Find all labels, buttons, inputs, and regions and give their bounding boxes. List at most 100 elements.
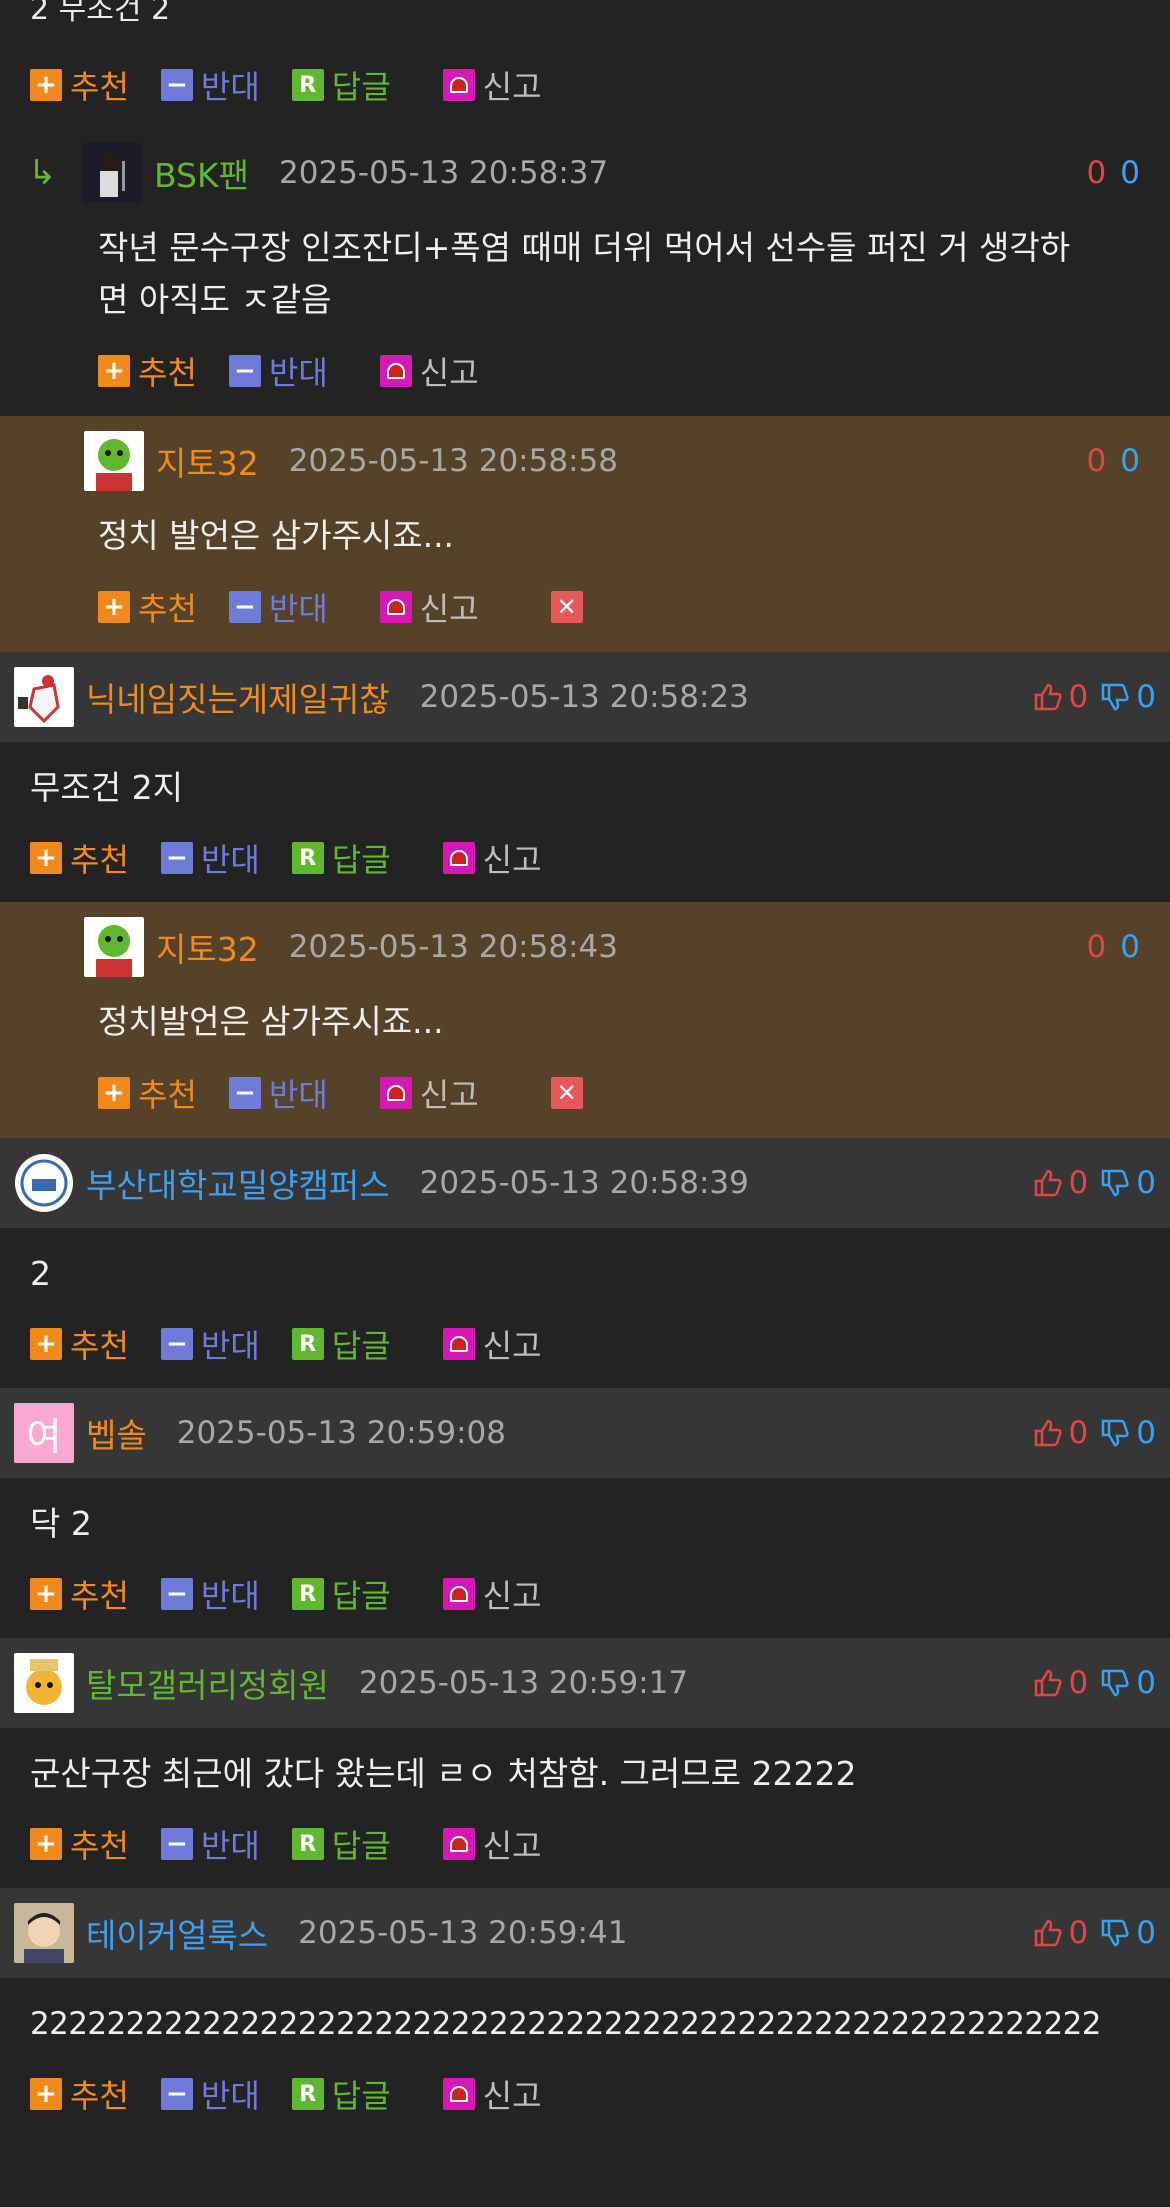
thumbs-down-icon[interactable]: 0	[1100, 1665, 1156, 1701]
recommend-button[interactable]: + 추천	[30, 2071, 129, 2117]
reply-button[interactable]: R 답글	[291, 835, 391, 881]
plus-icon: +	[30, 2078, 62, 2110]
reply-actions: + 추천 − 반대 신고	[0, 326, 1170, 416]
report-button[interactable]: 신고	[442, 1571, 542, 1617]
nickname[interactable]: 닉네임짓는게제일귀찮	[86, 673, 390, 721]
oppose-button[interactable]: − 반대	[160, 1821, 260, 1867]
comment-text: 무조건 2지	[30, 768, 183, 807]
delete-button[interactable]: ✕	[550, 1077, 591, 1109]
report-button[interactable]: 신고	[442, 1821, 542, 1867]
comment-date: 2025-05-13 20:58:39	[419, 1165, 749, 1201]
report-button[interactable]: 신고	[442, 835, 542, 881]
comment-actions: + 추천 − 반대 R 답글 신고	[0, 2050, 1170, 2138]
comment-actions: + 추천 − 반대 R 답글 신고	[0, 42, 1170, 128]
oppose-button[interactable]: − 반대	[160, 1321, 260, 1367]
thumbs-up-icon[interactable]: 0	[1033, 1915, 1088, 1951]
thumbs-down-icon[interactable]: 0	[1100, 679, 1156, 715]
nickname[interactable]: 지토32	[156, 923, 259, 971]
nickname[interactable]: 지토32	[156, 437, 259, 485]
oppose-button[interactable]: − 반대	[160, 2071, 260, 2117]
comment-text: 2222222222222222222222222222222222222222…	[30, 2006, 1102, 2042]
minus-icon: −	[160, 1578, 193, 1610]
comment-text: 군산구장 최근에 갔다 왔는데 ㄹㅇ 처참함. 그러므로 22222	[30, 1754, 857, 1793]
thumbs-down-icon[interactable]: 0	[1100, 1415, 1156, 1451]
recommend-button[interactable]: + 추천	[98, 584, 197, 630]
plus-icon: +	[98, 591, 130, 623]
plus-icon: +	[30, 1828, 62, 1860]
thumbs-up-icon[interactable]: 0	[1033, 679, 1088, 715]
avatar[interactable]	[84, 917, 144, 977]
recommend-button[interactable]: + 추천	[30, 1821, 129, 1867]
reply-r-icon: R	[291, 1828, 324, 1860]
nickname[interactable]: 탈모갤러리정회원	[86, 1659, 329, 1707]
avatar[interactable]	[14, 1653, 74, 1713]
siren-icon	[442, 1828, 475, 1860]
reply-text: 작년 문수구장 인조잔디+폭염 때매 더위 먹어서 선수들 퍼진 거 생각하면 …	[98, 228, 1071, 319]
reply-item: 지토32 2025-05-13 20:58:43 00 정치발언은 삼가주시죠.…	[0, 902, 1170, 1138]
recommend-button[interactable]: + 추천	[30, 1571, 129, 1617]
reply-button[interactable]: R 답글	[291, 2071, 391, 2117]
recommend-button[interactable]: + 추천	[98, 1070, 197, 1116]
thumbs-up-icon[interactable]: 0	[1033, 1665, 1088, 1701]
reply-button[interactable]: R 답글	[291, 1321, 391, 1367]
siren-icon	[442, 1328, 475, 1360]
recommend-button[interactable]: + 추천	[98, 348, 197, 394]
reply-button[interactable]: R 답글	[291, 1571, 391, 1617]
reply-text: 정치 발언은 삼가주시죠...	[98, 516, 455, 555]
report-button[interactable]: 신고	[442, 2071, 542, 2117]
nickname[interactable]: 부산대학교밀양캠퍼스	[86, 1159, 390, 1207]
oppose-button[interactable]: − 반대	[160, 835, 260, 881]
oppose-button[interactable]: − 반대	[228, 584, 328, 630]
avatar[interactable]	[14, 1903, 74, 1963]
recommend-button[interactable]: + 추천	[30, 62, 129, 108]
report-button[interactable]: 신고	[442, 62, 542, 108]
thumbs-up-icon[interactable]: 0	[1033, 1415, 1088, 1451]
minus-icon: −	[228, 591, 261, 623]
minus-icon: −	[160, 69, 193, 101]
oppose-button[interactable]: − 반대	[228, 1070, 328, 1116]
siren-icon	[379, 355, 412, 387]
plus-icon: +	[98, 355, 130, 387]
nickname[interactable]: BSK팬	[154, 149, 249, 197]
thumbs-up-icon[interactable]: 0	[1033, 1165, 1088, 1201]
comment-date: 2025-05-13 20:59:41	[298, 1915, 628, 1951]
vote-counts: 00	[1086, 929, 1140, 965]
comment-text: 2	[30, 1254, 51, 1293]
recommend-button[interactable]: + 추천	[30, 1321, 129, 1367]
avatar[interactable]	[84, 431, 144, 491]
oppose-button[interactable]: − 반대	[228, 348, 328, 394]
minus-icon: −	[228, 1077, 261, 1109]
plus-icon: +	[30, 1328, 62, 1360]
siren-icon	[442, 1578, 475, 1610]
report-button[interactable]: 신고	[379, 348, 479, 394]
nickname[interactable]: 벱솔	[86, 1409, 147, 1457]
oppose-button[interactable]: − 반대	[160, 62, 260, 108]
siren-icon	[379, 591, 412, 623]
comment-date: 2025-05-13 20:58:43	[288, 929, 618, 965]
thumbs-down-icon[interactable]: 0	[1100, 1165, 1156, 1201]
reply-button[interactable]: R 답글	[291, 62, 391, 108]
reply-button[interactable]: R 답글	[291, 1821, 391, 1867]
minus-icon: −	[228, 355, 261, 387]
plus-icon: +	[30, 69, 62, 101]
reply-actions: + 추천 − 반대 신고 ✕	[0, 1048, 1170, 1138]
report-button[interactable]: 신고	[442, 1321, 542, 1367]
avatar[interactable]: 여	[14, 1403, 74, 1463]
siren-icon	[442, 2078, 475, 2110]
comment-text: 닥 2	[30, 1504, 92, 1543]
thumbs-down-icon[interactable]: 0	[1100, 1915, 1156, 1951]
minus-icon: −	[160, 2078, 193, 2110]
vote-counts: 0 0	[1033, 1665, 1156, 1701]
avatar[interactable]	[14, 667, 74, 727]
report-button[interactable]: 신고	[379, 584, 479, 630]
avatar[interactable]	[82, 143, 142, 203]
avatar[interactable]	[14, 1153, 74, 1213]
nickname[interactable]: 테이커얼룩스	[86, 1909, 268, 1957]
comment-item: 여 벱솔 2025-05-13 20:59:08 0 0 닥 2 + 추천 − 반대…	[0, 1388, 1170, 1638]
reply-r-icon: R	[291, 2078, 324, 2110]
report-button[interactable]: 신고	[379, 1070, 479, 1116]
delete-button[interactable]: ✕	[550, 591, 591, 623]
oppose-button[interactable]: − 반대	[160, 1571, 260, 1617]
recommend-button[interactable]: + 추천	[30, 835, 129, 881]
comment-item: 테이커얼룩스 2025-05-13 20:59:41 0 0 222222222…	[0, 1888, 1170, 2138]
